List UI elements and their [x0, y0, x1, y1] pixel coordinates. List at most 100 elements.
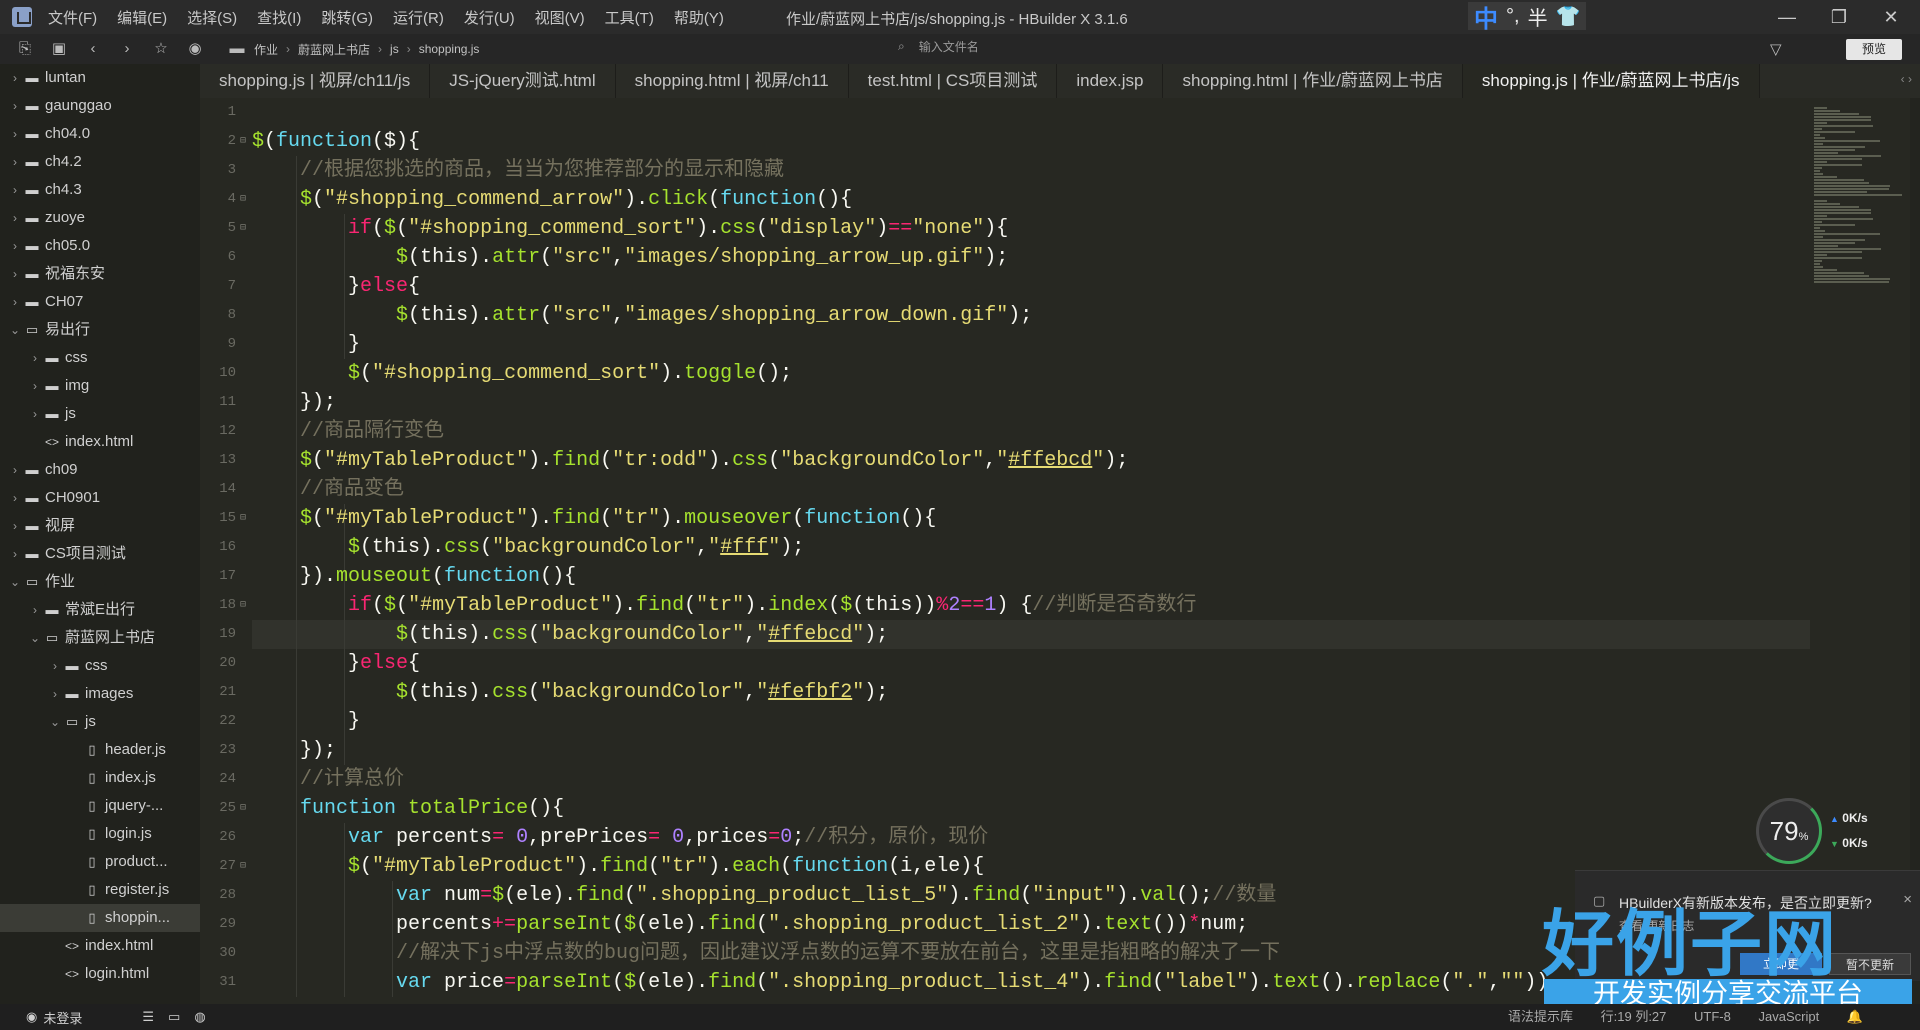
chevron-right-icon[interactable]: › [8, 232, 22, 260]
code-line[interactable]: } [252, 330, 360, 359]
tree-item[interactable]: ▯ jquery-... [0, 792, 200, 820]
tree-item[interactable]: › ▬ CS项目测试 [0, 540, 200, 568]
chevron-right-icon[interactable]: › [48, 680, 62, 708]
globe-icon[interactable]: ◍ [194, 1009, 205, 1025]
new-file-icon[interactable]: ⎘ [16, 40, 34, 58]
tree-item[interactable]: › ▬ 祝福东安 [0, 260, 200, 288]
fold-toggle-icon[interactable]: ⊟ [240, 135, 246, 147]
code-line[interactable]: //商品隔行变色 [252, 417, 444, 446]
tree-item[interactable]: ⌄ ▭ 作业 [0, 568, 200, 596]
skip-update-button[interactable]: 暂不更新 [1829, 953, 1911, 975]
menu-publish[interactable]: 发行(U) [464, 7, 515, 28]
list-icon[interactable]: ☰ [142, 1009, 154, 1025]
breadcrumb-2[interactable]: js [390, 42, 399, 56]
menu-select[interactable]: 选择(S) [187, 7, 237, 28]
code-line[interactable]: $("#shopping_commend_arrow").click(funct… [252, 185, 852, 214]
forward-icon[interactable]: › [118, 40, 136, 58]
chevron-right-icon[interactable]: › [8, 260, 22, 288]
tree-item[interactable]: ⌄ ▭ js [0, 708, 200, 736]
tree-item[interactable]: <> index.html [0, 932, 200, 960]
syntax-library[interactable]: 语法提示库 [1508, 1009, 1573, 1024]
code-line[interactable]: var price=parseInt($(ele).find(".shoppin… [252, 968, 1548, 997]
code-line[interactable]: var percents= 0,prePrices= 0,prices=0;//… [252, 823, 988, 852]
code-line[interactable]: $(this).attr("src","images/shopping_arro… [252, 301, 1032, 330]
terminal-icon[interactable]: ▭ [168, 1009, 180, 1025]
chevron-right-icon[interactable]: › [8, 204, 22, 232]
code-line[interactable]: $(this).attr("src","images/shopping_arro… [252, 243, 1008, 272]
code-line[interactable]: $("#myTableProduct").find("tr").mouseove… [252, 504, 936, 533]
chevron-right-icon[interactable]: › [8, 148, 22, 176]
chevron-right-icon[interactable]: › [28, 400, 42, 428]
save-icon[interactable]: ▣ [50, 40, 68, 58]
tree-item[interactable]: <> login.html [0, 960, 200, 988]
tab-scroll-arrows-icon[interactable]: ‹ › [1901, 72, 1912, 86]
chevron-right-icon[interactable]: › [8, 456, 22, 484]
fold-toggle-icon[interactable]: ⊟ [240, 802, 246, 814]
user-icon[interactable]: ◉ [26, 1009, 37, 1025]
minimize-button[interactable]: — [1764, 4, 1810, 30]
code-line[interactable]: if($("#myTableProduct").find("tr").index… [252, 591, 1196, 620]
editor-tab[interactable]: shopping.js | 作业/蔚蓝网上书店/js [1462, 64, 1760, 98]
tree-item[interactable]: › ▬ img [0, 372, 200, 400]
file-search[interactable]: ⌕ 输入文件名 [898, 38, 979, 55]
menu-goto[interactable]: 跳转(G) [321, 7, 373, 28]
ime-chinese-mode[interactable]: 中 [1474, 0, 1498, 34]
tree-item[interactable]: ▯ shoppin... [0, 904, 200, 932]
ime-punct-mode[interactable]: °, [1506, 5, 1520, 28]
chevron-down-icon[interactable]: ⌄ [48, 708, 62, 736]
tree-item[interactable]: › ▬ 常斌E出行 [0, 596, 200, 624]
code-line[interactable]: $(this).css("backgroundColor","#ffebcd")… [252, 620, 888, 649]
fold-toggle-icon[interactable]: ⊟ [240, 599, 246, 611]
tree-item[interactable]: › ▬ ch09 [0, 456, 200, 484]
menu-find[interactable]: 查找(I) [257, 7, 301, 28]
code-line[interactable]: }).mouseout(function(){ [252, 562, 576, 591]
file-search-input[interactable]: 输入文件名 [919, 38, 979, 55]
chevron-down-icon[interactable]: ⌄ [8, 568, 22, 596]
tree-item[interactable]: › ▬ zuoye [0, 204, 200, 232]
tree-item[interactable]: ▯ login.js [0, 820, 200, 848]
chevron-right-icon[interactable]: › [8, 64, 22, 92]
tree-item[interactable]: › ▬ luntan [0, 64, 200, 92]
chevron-right-icon[interactable]: › [8, 484, 22, 512]
ime-half-width[interactable]: 半 [1528, 2, 1548, 31]
code-line[interactable]: }else{ [252, 272, 420, 301]
run-icon[interactable]: ◉ [186, 40, 204, 58]
tree-item[interactable]: › ▬ ch4.3 [0, 176, 200, 204]
vertical-scrollbar[interactable] [1910, 98, 1920, 1004]
chevron-right-icon[interactable]: › [28, 372, 42, 400]
menu-edit[interactable]: 编辑(E) [117, 7, 167, 28]
code-line[interactable]: $("#myTableProduct").find("tr").each(fun… [252, 852, 984, 881]
fold-toggle-icon[interactable]: ⊟ [240, 193, 246, 205]
tree-item[interactable]: › ▬ css [0, 344, 200, 372]
tree-item[interactable]: › ▬ CH0901 [0, 484, 200, 512]
cursor-position[interactable]: 行:19 列:27 [1601, 1009, 1667, 1024]
tree-item[interactable]: › ▬ js [0, 400, 200, 428]
minimap[interactable] [1810, 98, 1910, 1004]
breadcrumb-3[interactable]: shopping.js [419, 42, 480, 56]
ime-skin-icon[interactable]: 👕 [1556, 4, 1581, 29]
tree-item[interactable]: › ▬ ch04.0 [0, 120, 200, 148]
code-line[interactable]: var num=$(ele).find(".shopping_product_l… [252, 881, 1276, 910]
code-line[interactable]: $("#shopping_commend_sort").toggle(); [252, 359, 792, 388]
code-line[interactable]: }); [252, 736, 336, 765]
editor-tab[interactable]: index.jsp [1057, 64, 1164, 98]
code-line[interactable]: }); [252, 388, 336, 417]
close-button[interactable]: ✕ [1868, 4, 1914, 30]
menu-help[interactable]: 帮助(Y) [674, 7, 724, 28]
notification-close-icon[interactable]: × [1903, 891, 1912, 908]
tree-item[interactable]: ▯ product... [0, 848, 200, 876]
breadcrumb-0[interactable]: 作业 [254, 41, 278, 58]
code-editor[interactable]: 1 2 ⊟ 3 4 ⊟ 5 ⊟ 6 7 8 9 10 11 12 13 14 15 ⊟ 16 17 18 ⊟ 19 20 21 22… [200, 98, 1810, 1004]
tree-item[interactable]: <> index.html [0, 428, 200, 456]
tree-item[interactable]: ▯ header.js [0, 736, 200, 764]
editor-tab[interactable]: shopping.html | 视屏/ch11 [616, 64, 849, 98]
editor-tab[interactable]: shopping.html | 作业/蔚蓝网上书店 [1163, 64, 1463, 98]
menu-tools[interactable]: 工具(T) [605, 7, 654, 28]
menu-file[interactable]: 文件(F) [48, 7, 97, 28]
back-icon[interactable]: ‹ [84, 40, 102, 58]
code-line[interactable]: if($("#shopping_commend_sort").css("disp… [252, 214, 1008, 243]
tree-item[interactable]: › ▬ CH07 [0, 288, 200, 316]
login-status[interactable]: 未登录 [43, 1008, 82, 1027]
maximize-button[interactable]: ❐ [1816, 4, 1862, 30]
filter-icon[interactable]: ▽ [1770, 40, 1782, 58]
